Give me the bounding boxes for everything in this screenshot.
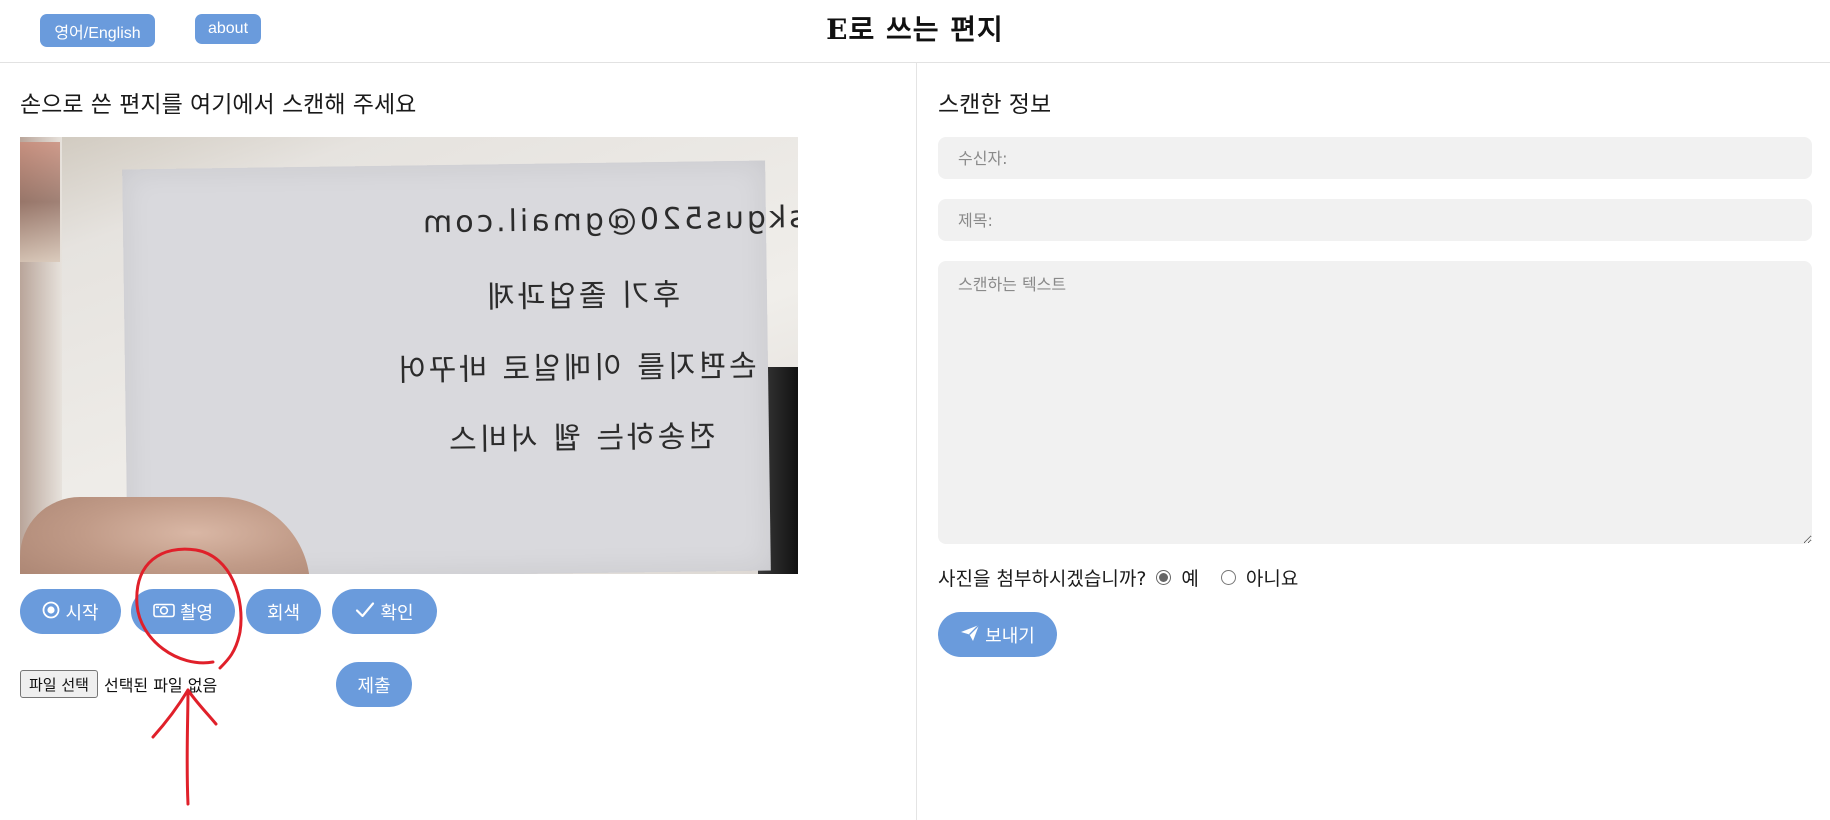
start-button-label: 시작 bbox=[65, 602, 99, 624]
handwriting-line: 전송하는 웹 서비스 bbox=[445, 419, 717, 459]
column-divider bbox=[916, 63, 917, 820]
submit-file-button[interactable]: 제출 bbox=[336, 662, 412, 707]
grayscale-button-label: 회색 bbox=[266, 602, 301, 624]
check-icon bbox=[355, 601, 375, 623]
capture-button-label: 촬영 bbox=[179, 602, 214, 624]
handwriting-line: 손편지를 이메일로 바꾸어 bbox=[394, 348, 757, 389]
file-upload: 파일 선택 선택된 파일 없음 bbox=[20, 670, 217, 698]
choose-file-button[interactable]: 파일 선택 bbox=[20, 670, 98, 698]
capture-button[interactable]: 촬영 bbox=[131, 589, 235, 634]
paper-plane-icon bbox=[960, 624, 980, 646]
camera-preview: rlaskgus520@gmail.com 후기 졸업과제 손편지를 이메일로 … bbox=[20, 137, 798, 574]
record-icon bbox=[42, 601, 60, 623]
scanned-info-title: 스캔한 정보 bbox=[938, 92, 1052, 118]
camera-icon bbox=[153, 602, 175, 622]
confirm-button-label: 확인 bbox=[380, 602, 414, 624]
app-title: E로 쓰는 편지 bbox=[826, 13, 1004, 46]
attach-yes-label: 예 bbox=[1181, 568, 1199, 590]
scan-section-title: 손으로 쓴 편지를 여기에서 스캔해 주세요 bbox=[20, 92, 417, 118]
attach-photo-question: 사진을 첨부하시겠습니까? bbox=[938, 568, 1147, 590]
top-bar: 영어/English about E로 쓰는 편지 bbox=[0, 0, 1830, 63]
handwriting-line: 후기 졸업과제 bbox=[483, 277, 681, 316]
attach-yes-radio[interactable] bbox=[1156, 570, 1172, 585]
submit-button-label: 제출 bbox=[357, 675, 391, 697]
handwriting-line: rlaskgus520@gmail.com bbox=[419, 199, 798, 241]
attach-no-label: 아니요 bbox=[1245, 568, 1299, 590]
annotation-arrow-shaft bbox=[185, 688, 190, 806]
recipient-input[interactable] bbox=[938, 137, 1812, 179]
confirm-button[interactable]: 확인 bbox=[332, 589, 437, 634]
file-status-text: 선택된 파일 없음 bbox=[103, 676, 218, 695]
camera-background-poster bbox=[20, 142, 60, 262]
scanned-text-area[interactable] bbox=[938, 261, 1812, 544]
grayscale-button[interactable]: 회색 bbox=[246, 589, 321, 634]
subject-input[interactable] bbox=[938, 199, 1812, 241]
attach-no-radio[interactable] bbox=[1220, 570, 1236, 585]
attach-photo-row: 사진을 첨부하시겠습니까? 예 아니요 bbox=[938, 564, 1310, 591]
send-button[interactable]: 보내기 bbox=[938, 612, 1057, 657]
start-camera-button[interactable]: 시작 bbox=[20, 589, 121, 634]
send-button-label: 보내기 bbox=[985, 625, 1035, 647]
